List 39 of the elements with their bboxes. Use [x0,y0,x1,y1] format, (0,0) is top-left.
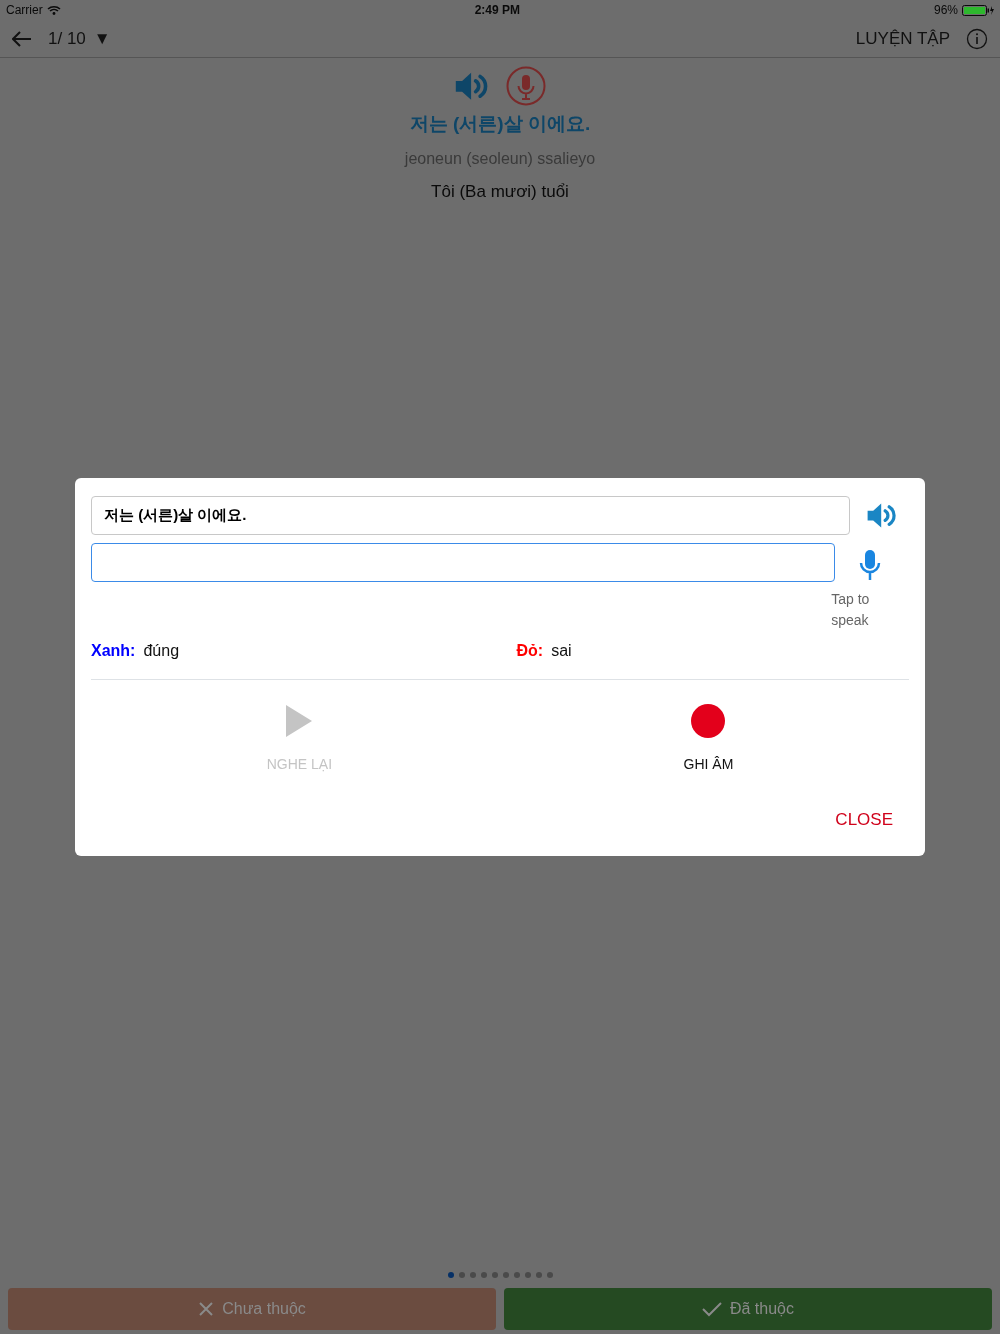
close-button[interactable]: CLOSE [835,806,893,832]
legend-label: Đỏ: [516,641,544,661]
battery-percent: 96% [933,2,958,19]
sentence-field[interactable]: 저는 (서른)살 이에요. [91,496,850,535]
speaker-icon[interactable] [866,501,898,530]
page-dot[interactable] [513,1272,520,1278]
page-dot[interactable] [502,1272,509,1278]
practice-button[interactable]: LUYỆN TẬP [855,25,950,52]
legend-meaning: sai [551,641,572,661]
status-time: 2:49 PM [474,2,520,19]
page-dot[interactable] [491,1272,498,1278]
microphone-icon[interactable] [858,549,883,581]
page-dot[interactable] [535,1272,542,1278]
battery-icon [962,4,994,16]
card-counter: 1/ 10 [48,27,86,50]
translation: Tôi (Ba mươi) tuổi [431,180,569,203]
microphone-icon[interactable] [506,66,546,106]
cross-icon [198,1301,215,1317]
answer-field[interactable] [91,543,836,582]
play-icon [285,704,314,738]
legend-meaning: đúng [143,641,180,661]
legend-label: Xanh: [91,641,136,661]
page-dot[interactable] [480,1272,487,1278]
check-icon [701,1301,722,1317]
page-dot[interactable] [447,1272,454,1278]
page-dot[interactable] [524,1272,531,1278]
page-dot[interactable] [469,1272,476,1278]
info-icon[interactable] [966,27,988,50]
record-icon [691,704,726,738]
page-dot[interactable] [458,1272,465,1278]
speaker-icon[interactable] [454,70,490,102]
tap-to-speak-caption: Tap to speak [831,590,871,630]
not-learned-button[interactable]: Chưa thuộc [8,1288,496,1330]
korean-sentence: 저는 (서른)살 이에요. [409,112,591,136]
record-button[interactable]: GHI ÂM [683,704,734,775]
page-dot[interactable] [546,1272,553,1278]
learned-button[interactable]: Đã thuộc [504,1288,992,1330]
wifi-icon [46,5,61,15]
carrier-name: Carrier [6,2,43,19]
